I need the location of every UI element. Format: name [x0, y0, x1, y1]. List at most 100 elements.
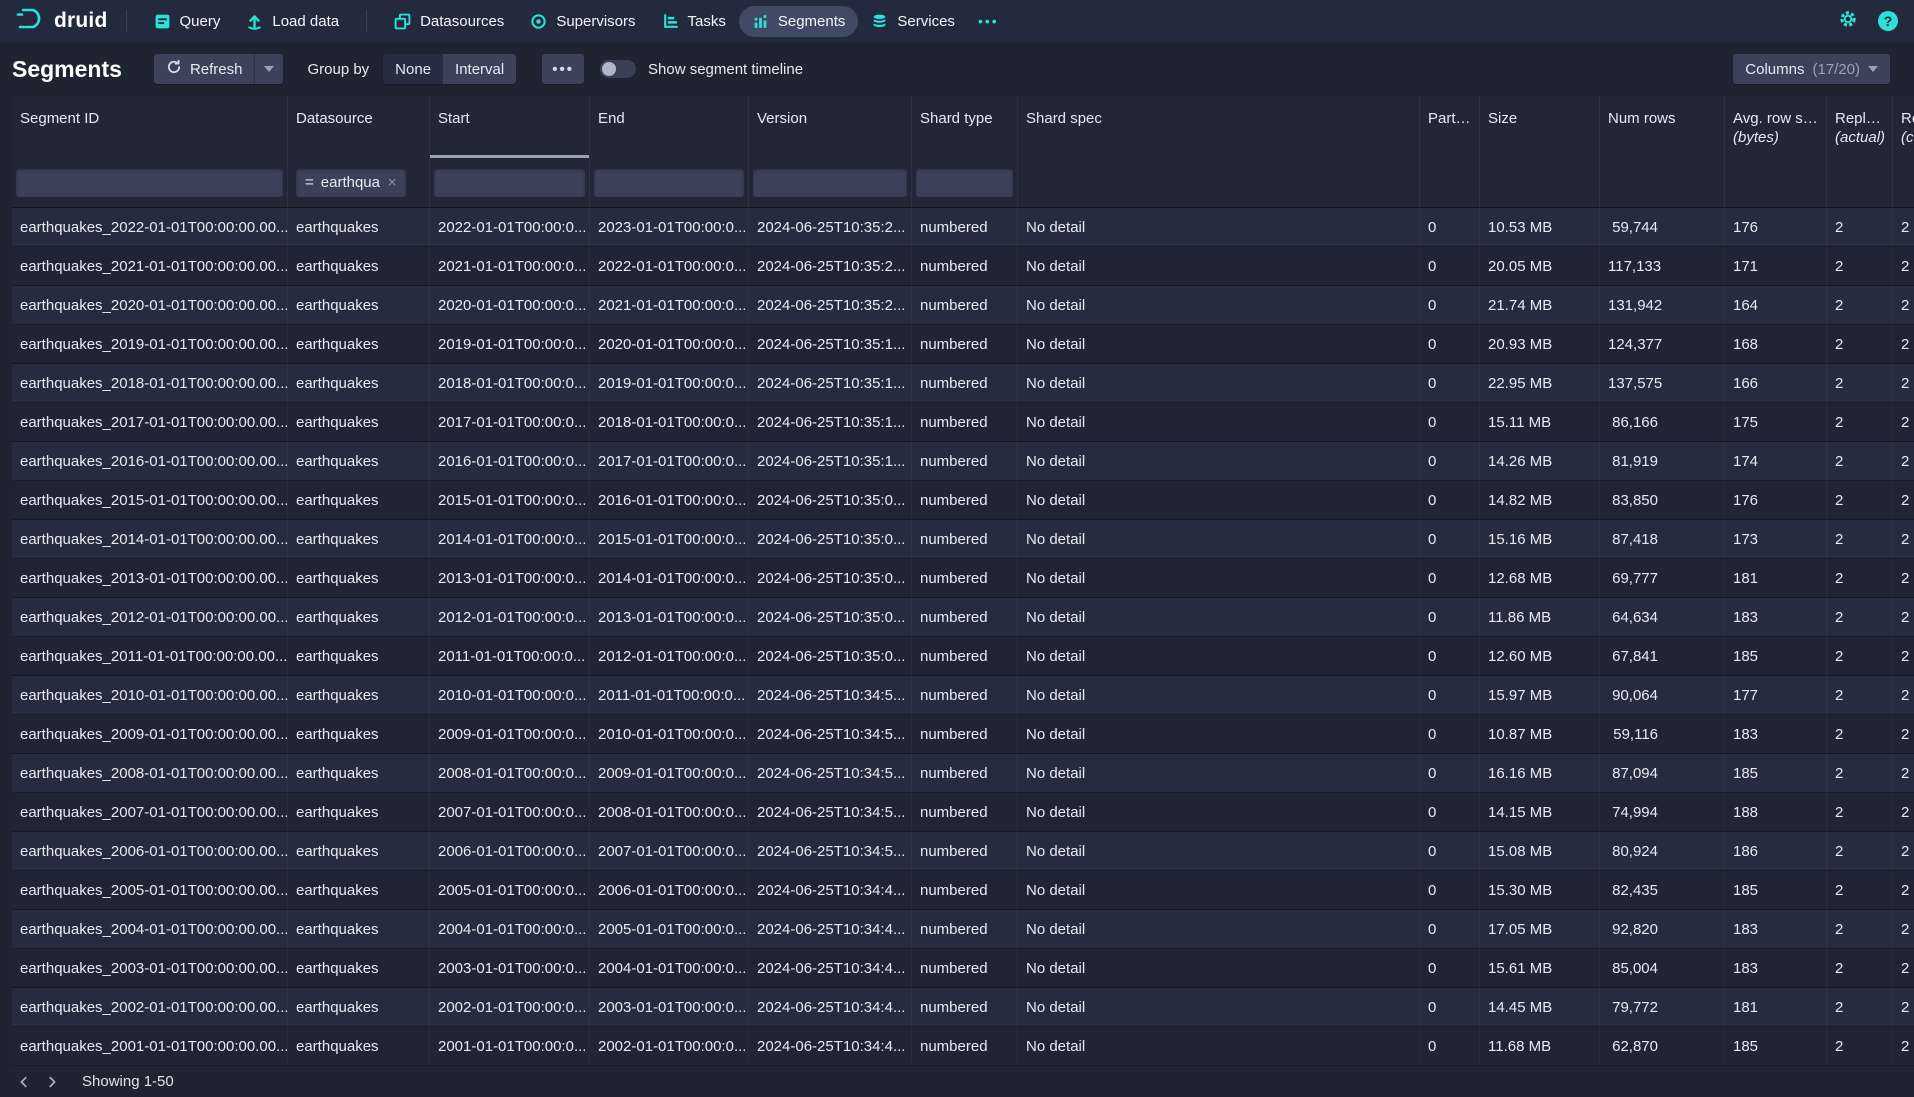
- refresh-button[interactable]: Refresh: [154, 54, 255, 84]
- cell-end: 2018-01-01T00:00:0...: [590, 403, 749, 442]
- table-row[interactable]: earthquakes_2012-01-01T00:00:00.00...ear…: [12, 598, 1914, 637]
- column-header-shard-spec[interactable]: Shard spec: [1018, 96, 1420, 158]
- column-header-start[interactable]: Start: [430, 96, 590, 158]
- filter-end-input[interactable]: [594, 169, 744, 197]
- table-row[interactable]: earthquakes_2010-01-01T00:00:00.00...ear…: [12, 676, 1914, 715]
- cell-value: 12.68 MB: [1488, 570, 1552, 587]
- cell-value: 20.05 MB: [1488, 258, 1552, 275]
- cell-version: 2024-06-25T10:34:4...: [749, 1027, 912, 1066]
- cell-segment-id: earthquakes_2015-01-01T00:00:00.00...: [12, 481, 288, 520]
- datasource-filter-tag[interactable]: =earthquakes×: [296, 169, 406, 197]
- cell-avg-row-size: 183: [1725, 910, 1827, 949]
- cell-value: numbered: [920, 531, 988, 548]
- group-by-interval-button[interactable]: Interval: [443, 54, 516, 84]
- table-row[interactable]: earthquakes_2001-01-01T00:00:00.00...ear…: [12, 1027, 1914, 1066]
- table-row[interactable]: earthquakes_2020-01-01T00:00:00.00...ear…: [12, 286, 1914, 325]
- column-header-datasource[interactable]: Datasource: [288, 96, 430, 158]
- nav-item-segments[interactable]: Segments: [739, 6, 859, 37]
- column-header-label: Partition: [1428, 109, 1471, 128]
- cell-value: earthquakes_2008-01-01T00:00:00.00...: [20, 765, 288, 782]
- table-row[interactable]: earthquakes_2016-01-01T00:00:00.00...ear…: [12, 442, 1914, 481]
- cell-value: 2: [1901, 570, 1909, 587]
- column-header-segment-id[interactable]: Segment ID: [12, 96, 288, 158]
- cell-shard-spec: No detail: [1018, 208, 1420, 247]
- column-header-avg-row-size[interactable]: Avg. row size(bytes): [1725, 96, 1827, 158]
- cell-partition: 0: [1420, 715, 1480, 754]
- table-row[interactable]: earthquakes_2014-01-01T00:00:00.00...ear…: [12, 520, 1914, 559]
- column-header-replication-factor[interactable]: Replication factor(configured): [1893, 96, 1914, 158]
- cell-num-rows: 131,942: [1600, 286, 1725, 325]
- table-row[interactable]: earthquakes_2017-01-01T00:00:00.00...ear…: [12, 403, 1914, 442]
- cell-size: 12.68 MB: [1480, 559, 1600, 598]
- filter-start-input[interactable]: [434, 169, 585, 197]
- cell-start: 2012-01-01T00:00:0...: [430, 598, 590, 637]
- column-header-version[interactable]: Version: [749, 96, 912, 158]
- column-header-end[interactable]: End: [590, 96, 749, 158]
- cell-shard-spec: No detail: [1018, 910, 1420, 949]
- group-by-none-button[interactable]: None: [383, 54, 443, 84]
- cell-value: 2011-01-01T00:00:0...: [598, 687, 745, 704]
- table-row[interactable]: earthquakes_2006-01-01T00:00:00.00...ear…: [12, 832, 1914, 871]
- column-header-num-rows[interactable]: Num rows: [1600, 96, 1725, 158]
- table-row[interactable]: earthquakes_2019-01-01T00:00:00.00...ear…: [12, 325, 1914, 364]
- next-page-button[interactable]: [38, 1069, 66, 1095]
- table-row[interactable]: earthquakes_2008-01-01T00:00:00.00...ear…: [12, 754, 1914, 793]
- column-header-replicas[interactable]: Replicas(actual): [1827, 96, 1893, 158]
- column-header-partition[interactable]: Partition: [1420, 96, 1480, 158]
- cell-replication-factor: 2: [1893, 481, 1914, 520]
- cell-size: 10.53 MB: [1480, 208, 1600, 247]
- cell-partition: 0: [1420, 676, 1480, 715]
- services-icon: [871, 13, 888, 30]
- nav-item-supervisors[interactable]: Supervisors: [517, 6, 648, 37]
- table-row[interactable]: earthquakes_2005-01-01T00:00:00.00...ear…: [12, 871, 1914, 910]
- more-options-button[interactable]: •••: [542, 54, 584, 84]
- cell-value: numbered: [920, 921, 988, 938]
- cell-value: 2007-01-01T00:00:0...: [438, 804, 586, 821]
- filter-shard-type-input[interactable]: [916, 169, 1013, 197]
- nav-item-datasources[interactable]: Datasources: [381, 6, 517, 37]
- table-row[interactable]: earthquakes_2015-01-01T00:00:00.00...ear…: [12, 481, 1914, 520]
- nav-more-button[interactable]: •••: [968, 7, 1009, 35]
- nav-item-query[interactable]: Query: [141, 6, 234, 37]
- cell-value: numbered: [920, 687, 988, 704]
- cell-value: 2015-01-01T00:00:0...: [598, 531, 746, 548]
- table-row[interactable]: earthquakes_2007-01-01T00:00:00.00...ear…: [12, 793, 1914, 832]
- table-row[interactable]: earthquakes_2011-01-01T00:00:00.00...ear…: [12, 637, 1914, 676]
- help-icon[interactable]: ?: [1878, 11, 1898, 31]
- column-header-shard-type[interactable]: Shard type: [912, 96, 1018, 158]
- table-row[interactable]: earthquakes_2004-01-01T00:00:00.00...ear…: [12, 910, 1914, 949]
- toggle-knob: [602, 62, 616, 76]
- columns-button[interactable]: Columns (17/20): [1733, 54, 1890, 84]
- cell-value: No detail: [1026, 921, 1085, 938]
- filter-segment-id-input[interactable]: [16, 169, 283, 197]
- cell-value: numbered: [920, 1038, 988, 1055]
- nav-item-load-data[interactable]: Load data: [233, 6, 352, 37]
- close-icon[interactable]: ×: [388, 174, 397, 191]
- segment-timeline-toggle[interactable]: [600, 60, 636, 78]
- column-header-label: Datasource: [296, 109, 421, 128]
- table-row[interactable]: earthquakes_2018-01-01T00:00:00.00...ear…: [12, 364, 1914, 403]
- table-row[interactable]: earthquakes_2009-01-01T00:00:00.00...ear…: [12, 715, 1914, 754]
- table-row[interactable]: earthquakes_2021-01-01T00:00:00.00...ear…: [12, 247, 1914, 286]
- cell-value: 2024-06-25T10:35:1...: [757, 336, 905, 353]
- cell-value: 2024-06-25T10:35:0...: [757, 609, 905, 626]
- table-row[interactable]: earthquakes_2003-01-01T00:00:00.00...ear…: [12, 949, 1914, 988]
- previous-page-button[interactable]: [10, 1069, 38, 1095]
- table-row[interactable]: earthquakes_2013-01-01T00:00:00.00...ear…: [12, 559, 1914, 598]
- column-header-size[interactable]: Size: [1480, 96, 1600, 158]
- filter-version-input[interactable]: [753, 169, 907, 197]
- nav-item-tasks[interactable]: Tasks: [649, 6, 739, 37]
- cell-num-rows: 82,435: [1600, 871, 1725, 910]
- table-row[interactable]: earthquakes_2002-01-01T00:00:00.00...ear…: [12, 988, 1914, 1027]
- cell-replication-factor: 2: [1893, 832, 1914, 871]
- refresh-options-button[interactable]: [254, 54, 283, 84]
- cell-value: 2: [1835, 492, 1843, 509]
- gear-icon[interactable]: [1838, 9, 1858, 33]
- cell-partition: 0: [1420, 949, 1480, 988]
- table-row[interactable]: earthquakes_2022-01-01T00:00:00.00...ear…: [12, 208, 1914, 247]
- cell-value: 2018-01-01T00:00:0...: [438, 375, 586, 392]
- nav-item-services[interactable]: Services: [858, 6, 968, 37]
- cell-value: 2024-06-25T10:35:2...: [757, 219, 905, 236]
- filter-cell-datasource: =earthquakes×: [288, 158, 430, 207]
- druid-logo[interactable]: druid: [16, 6, 108, 36]
